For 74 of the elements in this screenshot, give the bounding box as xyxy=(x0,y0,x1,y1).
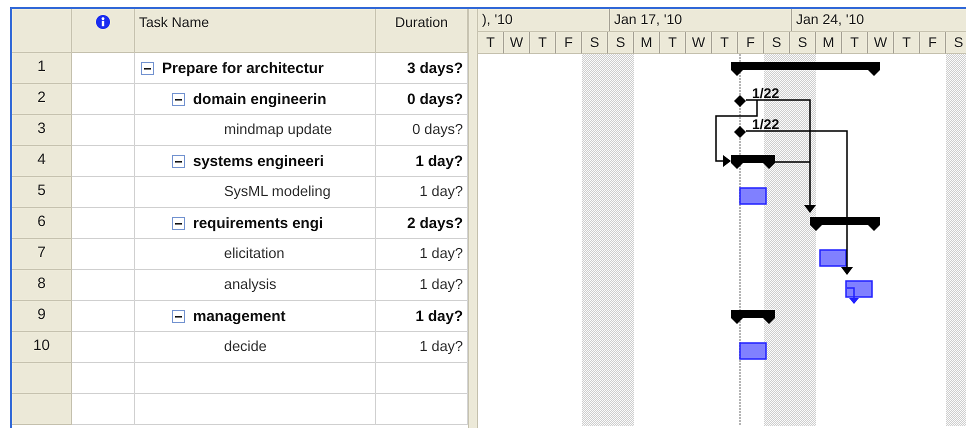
week-label: Jan 17, '10 xyxy=(614,11,682,27)
task-name: decide xyxy=(224,339,267,355)
dependency-line xyxy=(775,161,810,163)
corner-header-cell xyxy=(12,9,72,53)
row-number[interactable]: 4 xyxy=(12,146,72,177)
column-header[interactable]: Duration xyxy=(376,9,468,53)
day-label: T xyxy=(660,32,686,54)
collapse-toggle-icon[interactable] xyxy=(172,310,185,322)
duration-value: 2 days? xyxy=(407,214,463,232)
row-number[interactable]: 6 xyxy=(12,208,72,239)
task-name: analysis xyxy=(224,277,276,293)
day-label: W xyxy=(504,32,530,54)
duration-value: 0 days? xyxy=(407,90,463,108)
indicator-column-header[interactable] xyxy=(72,9,135,53)
day-label: S xyxy=(764,32,790,54)
day-label: T xyxy=(894,32,920,54)
collapse-toggle-icon[interactable] xyxy=(141,62,154,74)
milestone-date-label: 1/22 xyxy=(752,85,780,101)
column-header[interactable]: Task Name xyxy=(135,9,376,53)
task-name: mindmap update xyxy=(224,122,332,138)
day-label: W xyxy=(868,32,894,54)
day-label: T xyxy=(712,32,738,54)
duration-value: 1 day? xyxy=(419,339,463,355)
milestone-date-label: 1/22 xyxy=(752,116,780,132)
duration-value: 3 days? xyxy=(407,60,463,76)
task-name: management xyxy=(193,308,286,324)
row-number[interactable]: 2 xyxy=(12,84,72,115)
week-label: ), '10 xyxy=(482,11,513,27)
duration-value: 1 day? xyxy=(419,246,463,262)
collapse-toggle-icon[interactable] xyxy=(172,92,185,106)
day-label: T xyxy=(478,32,504,54)
day-label: F xyxy=(556,32,582,54)
day-label: S xyxy=(946,32,966,54)
summary-bar xyxy=(731,310,775,324)
day-label: S xyxy=(608,32,634,54)
row-number[interactable]: 1 xyxy=(12,53,72,84)
task-name: systems engineeri xyxy=(193,152,324,170)
task-name: SysML modeling xyxy=(224,184,331,200)
duration-value: 1 day? xyxy=(419,184,463,200)
task-name: elicitation xyxy=(224,246,284,262)
summary-bar xyxy=(810,217,880,231)
day-label: T xyxy=(530,32,556,54)
dependency-arrow xyxy=(847,287,859,304)
day-label: T xyxy=(842,32,868,54)
row-number[interactable]: 8 xyxy=(12,270,72,301)
milestone-diamond xyxy=(734,95,746,107)
day-label: F xyxy=(920,32,946,54)
day-label: W xyxy=(686,32,712,54)
task-name: requirements engi xyxy=(193,214,324,232)
row-number[interactable]: 7 xyxy=(12,239,72,270)
duration-value: 1 day? xyxy=(415,152,463,170)
duration-value: 1 day? xyxy=(419,277,463,293)
task-bar xyxy=(845,280,873,298)
task-name: Prepare for architectur xyxy=(162,60,324,76)
row-number[interactable]: 3 xyxy=(12,115,72,146)
day-label: M xyxy=(816,32,842,54)
day-label: S xyxy=(790,32,816,54)
collapse-toggle-icon[interactable] xyxy=(172,154,185,168)
week-label: Jan 24, '10 xyxy=(796,11,864,27)
row-number[interactable]: 5 xyxy=(12,177,72,208)
task-bar xyxy=(739,342,767,360)
duration-value: 1 day? xyxy=(415,308,463,324)
row-number[interactable]: 9 xyxy=(12,301,72,332)
row-number[interactable]: 10 xyxy=(12,332,72,363)
collapse-toggle-icon[interactable] xyxy=(172,216,185,230)
task-bar xyxy=(819,249,847,267)
day-label: M xyxy=(634,32,660,54)
duration-value: 0 days? xyxy=(412,122,463,138)
day-label: F xyxy=(738,32,764,54)
info-icon xyxy=(96,15,110,29)
day-label: S xyxy=(582,32,608,54)
milestone-diamond xyxy=(734,126,746,138)
task-bar xyxy=(739,187,767,205)
task-name: domain engineerin xyxy=(193,90,326,108)
